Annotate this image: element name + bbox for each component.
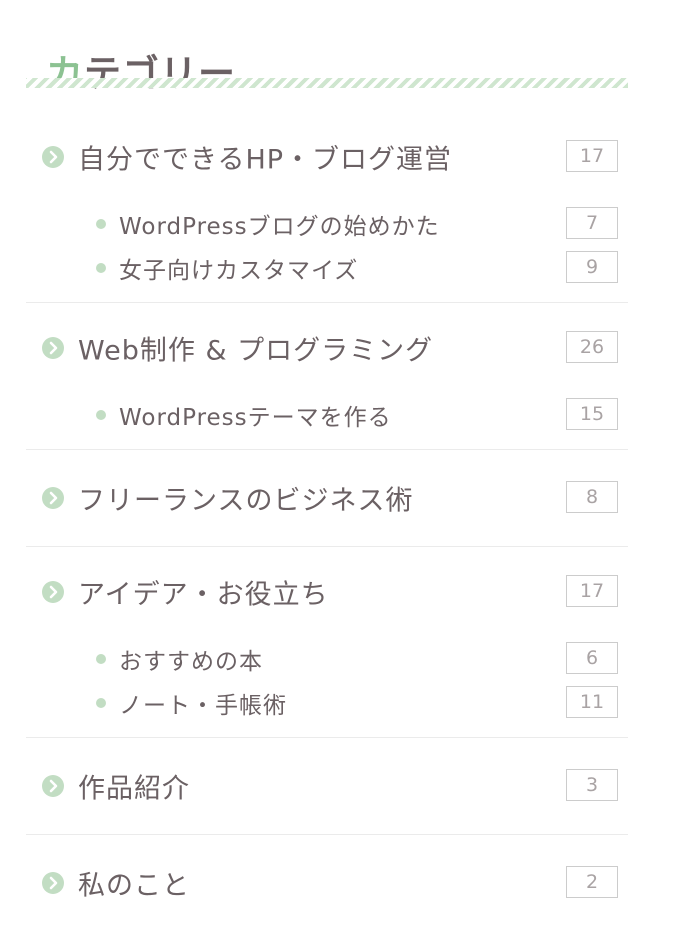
- post-count-badge: 9: [566, 251, 618, 283]
- widget-title-rest: テゴリー: [84, 51, 236, 95]
- category-label[interactable]: フリーランスのビジネス術: [78, 479, 413, 518]
- subcategory-item[interactable]: WordPressブログの始めかた 7: [26, 202, 628, 246]
- widget-title-accent: カ: [46, 51, 84, 95]
- subcategory-item[interactable]: ノート・手帳術 11: [26, 681, 628, 725]
- chevron-circle-right-icon: [42, 775, 64, 797]
- subcategory-label[interactable]: WordPressテーマを作る: [119, 398, 392, 432]
- category-item[interactable]: フリーランスのビジネス術 8: [26, 450, 628, 546]
- chevron-circle-right-icon: [42, 337, 64, 359]
- subcategory-list: WordPressブログの始めかた 7 女子向けカスタマイズ 9: [26, 202, 628, 302]
- subcategory-list: おすすめの本 6 ノート・手帳術 11: [26, 637, 628, 737]
- category-group: フリーランスのビジネス術 8: [26, 450, 628, 547]
- subcategory-item[interactable]: WordPressテーマを作る 15: [26, 393, 628, 437]
- category-label[interactable]: Web制作 & プログラミング: [78, 329, 433, 368]
- post-count-badge: 15: [566, 398, 618, 430]
- subcategory-list: WordPressテーマを作る 15: [26, 393, 628, 449]
- post-count-badge: 11: [566, 686, 618, 718]
- post-count-badge: 6: [566, 642, 618, 674]
- post-count-badge: 17: [566, 140, 618, 172]
- subcategory-item[interactable]: おすすめの本 6: [26, 637, 628, 681]
- chevron-circle-right-icon: [42, 872, 64, 894]
- category-item[interactable]: アイデア・お役立ち 17: [26, 547, 628, 637]
- widget-title: カテゴリー: [46, 49, 236, 99]
- category-label[interactable]: 私のこと: [78, 864, 190, 903]
- title-stripe-divider: [26, 78, 628, 88]
- post-count-badge: 2: [566, 866, 618, 898]
- subcategory-label[interactable]: ノート・手帳術: [119, 686, 287, 720]
- chevron-circle-right-icon: [42, 487, 64, 509]
- category-item[interactable]: 自分でできるHP・ブログ運営 17: [26, 112, 628, 202]
- chevron-circle-right-icon: [42, 581, 64, 603]
- subcategory-label[interactable]: 女子向けカスタマイズ: [119, 251, 358, 285]
- bullet-dot-icon: [96, 698, 106, 708]
- category-group: Web制作 & プログラミング 26 WordPressテーマを作る 15: [26, 303, 628, 450]
- post-count-badge: 8: [566, 481, 618, 513]
- post-count-badge: 7: [566, 207, 618, 239]
- category-label[interactable]: 作品紹介: [78, 767, 190, 806]
- category-label[interactable]: 自分でできるHP・ブログ運営: [78, 138, 452, 177]
- post-count-badge: 3: [566, 769, 618, 801]
- category-group: 自分でできるHP・ブログ運営 17 WordPressブログの始めかた 7 女子…: [26, 112, 628, 303]
- category-item[interactable]: 作品紹介 3: [26, 738, 628, 834]
- chevron-circle-right-icon: [42, 146, 64, 168]
- category-list: 自分でできるHP・ブログ運営 17 WordPressブログの始めかた 7 女子…: [26, 112, 628, 931]
- category-item[interactable]: 私のこと 2: [26, 835, 628, 931]
- category-group: 作品紹介 3: [26, 738, 628, 835]
- post-count-badge: 26: [566, 331, 618, 363]
- subcategory-item[interactable]: 女子向けカスタマイズ 9: [26, 246, 628, 290]
- post-count-badge: 17: [566, 575, 618, 607]
- bullet-dot-icon: [96, 263, 106, 273]
- category-item[interactable]: Web制作 & プログラミング 26: [26, 303, 628, 393]
- subcategory-label[interactable]: おすすめの本: [119, 642, 263, 676]
- subcategory-label[interactable]: WordPressブログの始めかた: [119, 207, 440, 241]
- bullet-dot-icon: [96, 410, 106, 420]
- bullet-dot-icon: [96, 654, 106, 664]
- category-group: 私のこと 2: [26, 835, 628, 931]
- category-group: アイデア・お役立ち 17 おすすめの本 6 ノート・手帳術 11: [26, 547, 628, 738]
- bullet-dot-icon: [96, 219, 106, 229]
- category-label[interactable]: アイデア・お役立ち: [78, 573, 329, 612]
